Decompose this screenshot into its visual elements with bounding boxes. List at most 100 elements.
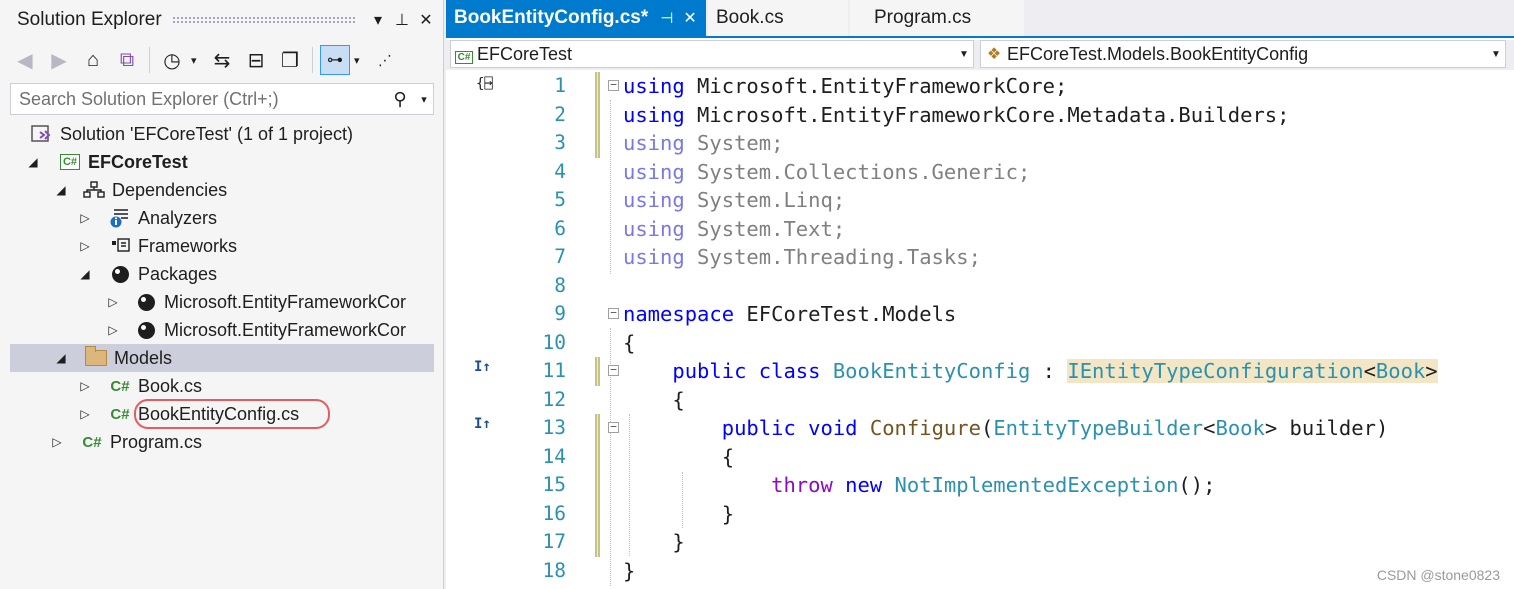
csharp-project-icon: C# <box>451 44 477 65</box>
window-position-dropdown-icon[interactable]: ▾ <box>366 10 390 30</box>
overflow-icon[interactable]: ⋰ <box>370 45 400 75</box>
pin-icon[interactable]: ⊥ <box>390 10 414 30</box>
tree-item-dependencies[interactable]: ◢ Dependencies <box>10 176 434 204</box>
sync-with-active-document-icon[interactable]: ⇆ <box>207 45 237 75</box>
code-text: using Microsoft.EntityFrameworkCore; <box>623 74 1068 98</box>
pending-changes-filter-icon[interactable]: ◷ <box>157 45 187 75</box>
folder-icon <box>84 346 108 369</box>
tree-item-label: Program.cs <box>110 431 203 452</box>
change-marker <box>595 414 600 443</box>
close-icon[interactable]: ✕ <box>414 10 438 30</box>
change-marker <box>595 357 600 386</box>
change-marker <box>595 528 600 557</box>
collapsed-arrow-icon[interactable]: ▷ <box>76 239 94 253</box>
code-text: } <box>623 558 636 583</box>
type-dropdown[interactable]: ❖ EFCoreTest.Models.BookEntityConfig ▼ <box>980 40 1506 68</box>
implements-interface-icon[interactable]: I↑ <box>474 416 491 432</box>
line-number: 10 <box>542 330 566 354</box>
code-line-3: 3 using System; <box>446 129 1514 158</box>
tab-book[interactable]: Book.cs <box>708 0 848 36</box>
tree-item-package[interactable]: ▷ Microsoft.EntityFrameworkCor <box>10 288 434 316</box>
code-line-11: I↑ 11 − public class BookEntityConfig : … <box>446 357 1514 386</box>
collapse-all-icon[interactable]: ⊟ <box>241 45 271 75</box>
expanded-arrow-icon[interactable]: ◢ <box>52 183 70 197</box>
search-options-dropdown-icon[interactable]: ▾ <box>415 93 433 106</box>
class-icon: ❖ <box>986 46 1002 63</box>
collapsed-arrow-icon[interactable]: ▷ <box>104 323 122 337</box>
close-icon[interactable]: ✕ <box>683 8 696 28</box>
line-number: 18 <box>542 558 566 582</box>
code-line-7: 7 using System.Threading.Tasks; <box>446 243 1514 272</box>
tree-item-project[interactable]: ◢ C# EFCoreTest <box>10 148 434 176</box>
code-text: using System.Collections.Generic; <box>623 159 1031 184</box>
collapse-icon[interactable]: − <box>608 364 619 376</box>
code-text: namespace EFCoreTest.Models <box>623 302 957 326</box>
code-editor: BookEntityConfig.cs* ⊣ ✕ Book.cs Program… <box>446 0 1514 589</box>
tree-item-models-folder[interactable]: ◢ Models <box>10 344 434 372</box>
chevron-down-icon[interactable]: ▾ <box>354 54 366 67</box>
collapse-icon[interactable]: − <box>608 307 619 319</box>
tree-item-label: Packages <box>138 263 218 284</box>
collapse-icon[interactable]: − <box>608 79 619 91</box>
chevron-down-icon[interactable]: ▾ <box>191 54 203 67</box>
tree-item-analyzers[interactable]: ▷ Analyzers <box>10 204 434 232</box>
tree-item-packages[interactable]: ◢ Packages <box>10 260 434 288</box>
line-number: 16 <box>542 501 566 525</box>
search-icon[interactable]: ⚲ <box>385 89 415 110</box>
chevron-down-icon[interactable]: ▼ <box>1487 49 1505 60</box>
collapse-icon[interactable]: − <box>608 421 619 433</box>
line-number: 1 <box>554 74 566 97</box>
solution-explorer-titlebar: Solution Explorer ▾ ⊥ ✕ <box>8 0 438 40</box>
tree-item-program-cs[interactable]: ▷ C# Program.cs <box>10 428 434 456</box>
navigation-bar: C# EFCoreTest ▼ ❖ EFCoreTest.Models.Book… <box>446 40 1514 70</box>
collapsed-arrow-icon[interactable]: ▷ <box>76 379 94 393</box>
project-dropdown[interactable]: C# EFCoreTest ▼ <box>450 40 974 68</box>
pin-icon[interactable]: ⊣ <box>660 9 673 27</box>
tree-item-bookentityconfig-cs[interactable]: ▷ C# BookEntityConfig.cs <box>10 399 434 429</box>
show-all-files-icon[interactable]: ❐ <box>275 45 305 75</box>
code-text: public void Configure(EntityTypeBuilder<… <box>721 416 1389 440</box>
change-marker <box>595 442 600 472</box>
line-number: 7 <box>554 245 566 268</box>
expanded-arrow-icon[interactable]: ◢ <box>52 351 70 365</box>
code-line-10: 10 { <box>446 329 1514 358</box>
code-line-2: 2 using Microsoft.EntityFrameworkCore.Me… <box>446 100 1514 130</box>
drag-grip[interactable] <box>171 16 356 24</box>
collapsed-arrow-icon[interactable]: ▷ <box>104 295 122 309</box>
solution-icon <box>30 123 54 145</box>
csharp-file-icon: C# <box>110 377 130 395</box>
analyzers-icon <box>108 207 132 229</box>
expanded-arrow-icon[interactable]: ◢ <box>24 155 42 169</box>
code-text: using System.Linq; <box>623 188 846 212</box>
code-text: using Microsoft.EntityFrameworkCore.Meta… <box>623 102 1290 127</box>
tree-item-book-cs[interactable]: ▷ C# Book.cs <box>10 372 434 400</box>
collapsed-arrow-icon[interactable]: ▷ <box>76 407 94 421</box>
preview-selected-items-icon[interactable]: ⊶ <box>320 45 350 75</box>
code-text: { <box>721 444 735 469</box>
code-line-14: 14 { <box>446 442 1514 472</box>
expanded-arrow-icon[interactable]: ◢ <box>76 267 94 281</box>
tree-item-label: EFCoreTest <box>88 151 188 172</box>
tree-item-package[interactable]: ▷ Microsoft.EntityFrameworkCor <box>10 316 434 344</box>
solution-explorer-toolbar: ◀ ▶ ⌂ ⧉ ◷ ▾ ⇆ ⊟ ❐ ⊶ ▾ ⋰ <box>10 42 434 78</box>
line-number: 9 <box>554 302 566 325</box>
code-line-6: 6 using System.Text; <box>446 215 1514 244</box>
implements-interface-icon[interactable]: I↑ <box>474 359 491 375</box>
tab-program[interactable]: Program.cs <box>850 0 1024 36</box>
change-marker <box>595 499 600 529</box>
code-line-15: 15 throw new NotImplementedException(); <box>446 471 1514 500</box>
switch-views-icon[interactable]: ⧉ <box>112 45 142 75</box>
tree-item-solution[interactable]: Solution 'EFCoreTest' (1 of 1 project) <box>10 120 434 148</box>
chevron-down-icon[interactable]: ▼ <box>955 49 973 60</box>
home-icon[interactable]: ⌂ <box>78 45 108 75</box>
collapsed-arrow-icon[interactable]: ▷ <box>48 435 66 449</box>
code-area[interactable]: {⍈ 1 − using Microsoft.EntityFrameworkCo… <box>446 72 1514 589</box>
forward-icon[interactable]: ▶ <box>44 45 74 75</box>
tab-bookentityconfig[interactable]: BookEntityConfig.cs* ⊣ ✕ <box>446 0 706 36</box>
back-icon[interactable]: ◀ <box>10 45 40 75</box>
tree-item-frameworks[interactable]: ▷ Frameworks <box>10 232 434 260</box>
search-input[interactable] <box>11 88 385 110</box>
collapsed-arrow-icon[interactable]: ▷ <box>76 211 94 225</box>
code-line-16: 16 } <box>446 499 1514 529</box>
tree-item-label: Dependencies <box>112 179 228 200</box>
